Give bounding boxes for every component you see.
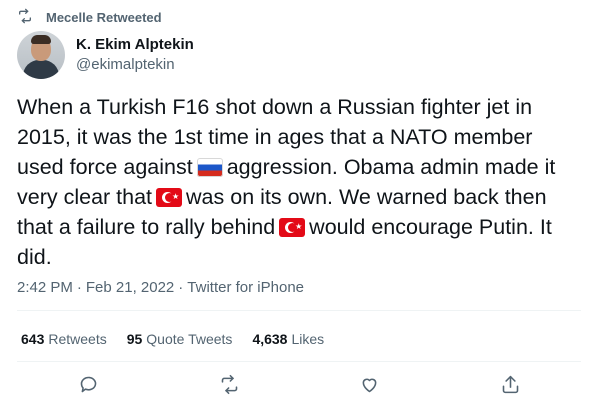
tweet-date[interactable]: Feb 21, 2022 [86, 279, 174, 296]
retweet-button[interactable] [217, 374, 241, 400]
like-icon [359, 374, 380, 400]
divider [17, 361, 581, 362]
reply-icon [78, 374, 99, 400]
likes-stat[interactable]: 4,638 Likes [252, 331, 324, 347]
retweets-count: 643 [21, 331, 45, 347]
likes-label: Likes [291, 331, 325, 347]
retweets-stat[interactable]: 643 Retweets [21, 331, 107, 347]
likes-count: 4,638 [252, 331, 288, 347]
like-button[interactable] [357, 375, 381, 399]
reply-button[interactable] [76, 375, 100, 399]
tweet-meta: 2:42 PM · Feb 21, 2022 · Twitter for iPh… [17, 277, 304, 297]
tweet-actions [0, 374, 598, 403]
share-icon [500, 374, 521, 400]
meta-separator: · [178, 278, 184, 296]
retweeted-by-row[interactable]: Mecelle Retweeted [17, 8, 162, 26]
divider [17, 310, 581, 311]
avatar[interactable] [17, 31, 65, 79]
tweet-text: When a Turkish F16 shot down a Russian f… [17, 92, 583, 272]
meta-separator: · [76, 278, 82, 296]
tweet-time[interactable]: 2:42 PM [17, 279, 73, 296]
tweet-source[interactable]: Twitter for iPhone [187, 279, 304, 296]
retweeted-by-label: Mecelle Retweeted [46, 9, 162, 25]
retweet-icon [17, 8, 33, 27]
share-button[interactable] [498, 375, 522, 399]
retweet-icon [219, 374, 240, 400]
quote-tweets-stat[interactable]: 95 Quote Tweets [127, 331, 233, 347]
author-handle[interactable]: @ekimalptekin [76, 55, 194, 75]
turkey-flag-icon: ★ [279, 218, 306, 237]
author-display-name[interactable]: K. Ekim Alptekin [76, 35, 194, 55]
turkey-flag-icon: ★ [156, 188, 183, 207]
russia-flag-icon [196, 158, 223, 177]
retweets-label: Retweets [48, 331, 107, 347]
quote-tweets-count: 95 [126, 331, 143, 347]
author-names: K. Ekim Alptekin @ekimalptekin [76, 35, 194, 75]
tweet-stats: 643 Retweets 95 Quote Tweets 4,638 Likes [21, 331, 324, 347]
tweet-header: K. Ekim Alptekin @ekimalptekin [17, 31, 194, 79]
quote-tweets-label: Quote Tweets [146, 331, 233, 347]
